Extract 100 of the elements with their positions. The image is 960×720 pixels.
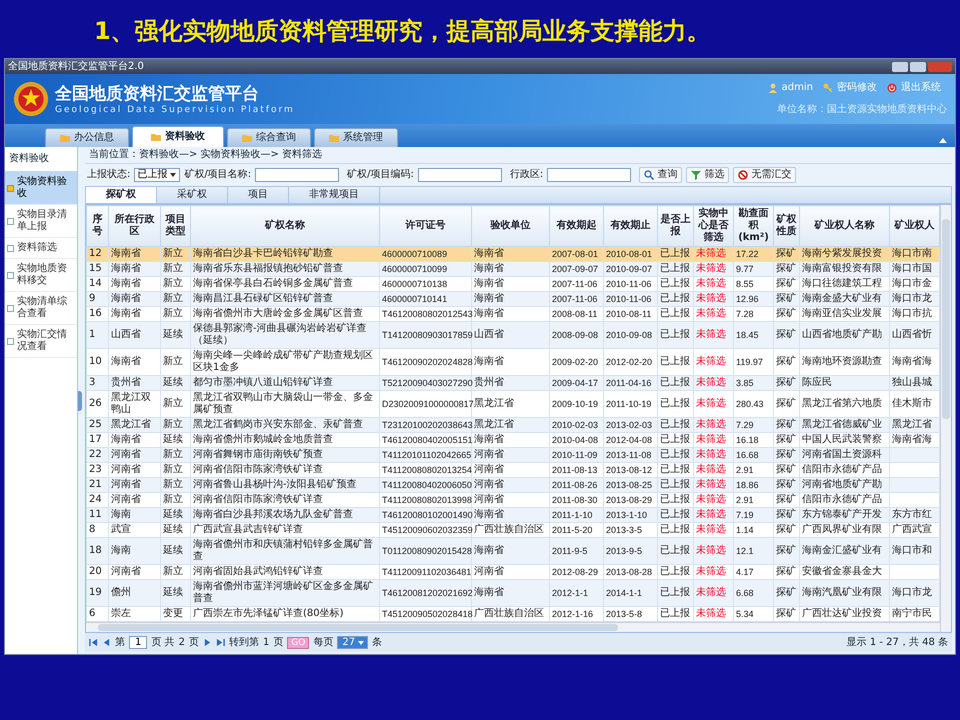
nav-tab[interactable]: 系统管理 (314, 128, 398, 147)
sub-tab[interactable]: 采矿权 (157, 187, 228, 203)
table-cell: 7.28 (736, 309, 754, 319)
sidebar-item[interactable]: 实物目录清单上报 (5, 205, 77, 238)
table-cell: 广西崇左市先泽锰矿详查(80坐标) (193, 608, 344, 619)
bullet-icon (7, 304, 14, 312)
table-cell: 已上报 (660, 263, 690, 274)
column-header[interactable]: 矿业权人 (890, 206, 940, 246)
table-cell: 海南省白沙县邦溪农场九队金矿普查 (193, 509, 353, 520)
first-page-icon[interactable] (89, 638, 98, 647)
input-field[interactable] (418, 168, 502, 182)
table-row[interactable]: 3 贵州省 延续 都匀市墨冲镇八道山铅锌矿详查 T52120090403027290贵州省 2009-04-17 2011-04-16 已上报 未筛选 3.85 探矿 陈应民 独山县城 (86, 376, 940, 390)
table-cell: 7.19 (736, 510, 754, 520)
field-label: 矿权/项目名称: (184, 169, 252, 181)
scrollbar-thumb[interactable] (98, 624, 618, 631)
table-cell: 贵州省 (111, 377, 141, 388)
table-cell: 探矿 (776, 278, 796, 289)
table-row[interactable]: 11 海南 延续 海南省白沙县邦溪农场九队金矿普查 T46120080102001490海南省 2011-1-10 2013-1-10 已上报 未筛选 7.19 探矿 东方锦泰矿产开发 东方市红 (86, 508, 940, 522)
table-cell: 海南省 (474, 263, 504, 274)
scrollbar-thumb[interactable] (942, 219, 950, 419)
column-header[interactable]: 矿权性质 (774, 206, 800, 246)
table-cell: 2013-1-10 (606, 510, 648, 520)
table-cell: 海南省 (474, 434, 504, 445)
previous-page-icon[interactable] (102, 638, 111, 647)
maximize-button[interactable] (910, 62, 926, 72)
table-cell: 河南省鲁山县杨叶沟-汝阳县铅矿预查 (193, 479, 357, 490)
input-field[interactable] (255, 168, 340, 182)
table-cell: 2013-5-8 (606, 609, 642, 619)
horizontal-scrollbar[interactable] (86, 622, 940, 632)
table-cell: 4600000710089 (382, 249, 448, 259)
table-cell: 未筛选 (696, 434, 726, 445)
table-cell: 24 (89, 494, 102, 505)
last-page-icon[interactable] (216, 638, 225, 647)
input-field[interactable] (547, 168, 632, 182)
table-cell: 16 (89, 308, 102, 319)
pager-text: 转到第 (228, 636, 259, 648)
column-header[interactable]: 是否上报 (658, 206, 694, 246)
table-row[interactable]: 25 黑龙江省 新立 黑龙江省鹤岗市兴安东部金、汞矿普查 T23120100202038643黑龙江省 2010-02-03 2013-02-03 已上报 未筛选 7.29 探矿 黑龙江省德威矿业 黑龙江省 (86, 418, 940, 432)
column-header[interactable]: 实物中心是否筛选 (694, 206, 734, 246)
table-row[interactable]: 22 河南省 新立 河南省舞钢市庙街南铁矿预查 T41120101102042665 河南省 2010-11-09 2013-11-08 已上报 未筛选 16.68 探矿 河南省国土资源科 (86, 448, 940, 462)
table-cell: 黑龙江双鸭山 (111, 392, 151, 415)
table-cell: 探矿 (776, 434, 796, 445)
table-cell: 已上报 (660, 524, 690, 535)
sidebar-item[interactable]: 实物汇交情况查看 (5, 325, 77, 358)
table-cell: 新立 (163, 263, 183, 274)
column-header[interactable]: 有效期起 (550, 206, 604, 246)
bullet-icon (7, 272, 14, 278)
sidebar-item[interactable]: 实物资料验收 (5, 172, 77, 205)
toolbar-button[interactable]: 无需汇交 (733, 167, 796, 183)
sub-tab[interactable]: 探矿权 (86, 187, 157, 203)
table-cell: 海南省儋州市鹅城岭金地质普查 (193, 434, 333, 445)
table-cell: 8 (89, 524, 96, 535)
column-header[interactable]: 勘查面积(km²) (734, 206, 774, 246)
sidebar-item[interactable]: 实物地质资料移交 (5, 259, 77, 292)
page-size-select[interactable]: 27 (337, 636, 368, 649)
column-header[interactable]: 矿业权人名称 (800, 206, 890, 246)
nav-tab[interactable]: 综合查询 (227, 128, 311, 147)
table-cell: 海南兮紫发展投资 (802, 248, 882, 259)
table-cell: 海口市和 (892, 545, 932, 556)
table-row[interactable]: 9 海南省 新立 海南昌江县石碌矿区铅锌矿普查 4600000710141 海南省 2007-11-06 2010-11-06 已上报 未筛选 12.96 探矿 海南金盛大矿业有 海口市龙 (86, 292, 940, 306)
column-header[interactable]: 项目类型 (160, 206, 190, 246)
status-select[interactable]: 已上报 (134, 168, 180, 182)
nav-tab[interactable]: 办公信息 (45, 128, 129, 147)
sidebar-item[interactable]: 资料筛选 (5, 238, 77, 259)
column-header[interactable]: 所在行政区 (108, 206, 160, 246)
sub-tab[interactable]: 非常规项目 (289, 187, 380, 203)
sidebar-item[interactable]: 实物清单综合查看 (5, 292, 77, 325)
table-cell: 2013-02-03 (606, 420, 652, 430)
table-row[interactable]: 15 海南省 新立 海南省乐东县福报镇抱砂铅矿普查 4600000710099 海南省 2007-09-07 2010-09-07 已上报 未筛选 9.77 探矿 海南富银投资有限 海口市国 (86, 262, 940, 276)
column-header[interactable]: 有效期止 (604, 206, 658, 246)
table-cell: 儋州 (111, 587, 131, 598)
table-cell: 3 (89, 377, 96, 388)
page-input[interactable]: 1 (129, 636, 148, 649)
next-page-icon[interactable] (202, 638, 212, 647)
table-cell: T45120090602032359 (382, 525, 473, 535)
table-cell: 未筛选 (696, 356, 726, 367)
table-row[interactable]: 21 河南省 新立 河南省鲁山县杨叶沟-汝阳县铅矿预查 T41120080402006050 河南省 2011-08-26 2013-08-25 已上报 未筛选 18.86 探矿 河南省地质矿产勘 (86, 478, 940, 492)
minimize-button[interactable] (892, 62, 908, 72)
table-cell: T46120080402005151 (382, 435, 473, 445)
toolbar-button[interactable]: 筛选 (686, 167, 730, 183)
column-header[interactable]: 验收单位 (472, 206, 550, 246)
table-row[interactable]: 12 海南省 新立 海南省白沙县卡巴岭铅锌矿勘查 4600000710089 海南省 2007-08-01 2010-08-01 已上报 未筛选 17.22 探矿 海南兮紫发展投资 海口市南 (86, 246, 940, 262)
column-header[interactable]: 矿权名称 (190, 206, 380, 246)
folder-icon (242, 133, 252, 143)
table-cell: 黑龙江省第六地质 (802, 398, 882, 409)
table-cell: T46120080802012543 (382, 309, 473, 319)
table-cell: 12.1 (736, 546, 754, 556)
table-cell: T23120100202038643 (382, 420, 473, 430)
collapse-handle[interactable] (78, 390, 82, 410)
table-cell: 18 (89, 545, 102, 556)
nav-tab[interactable]: 资料验收 (132, 126, 224, 147)
column-header[interactable]: 许可证号 (380, 206, 472, 246)
toolbar-button[interactable]: 查询 (639, 167, 682, 183)
table-cell: 海口市南 (892, 248, 932, 259)
table-cell: 黑龙江省 (474, 419, 514, 430)
vertical-scrollbar[interactable] (940, 205, 951, 632)
table-cell: 未筛选 (696, 545, 726, 556)
column-header[interactable]: 序号 (86, 206, 108, 246)
sub-tab[interactable]: 项目 (228, 187, 289, 203)
table-cell: 已上报 (660, 278, 690, 289)
